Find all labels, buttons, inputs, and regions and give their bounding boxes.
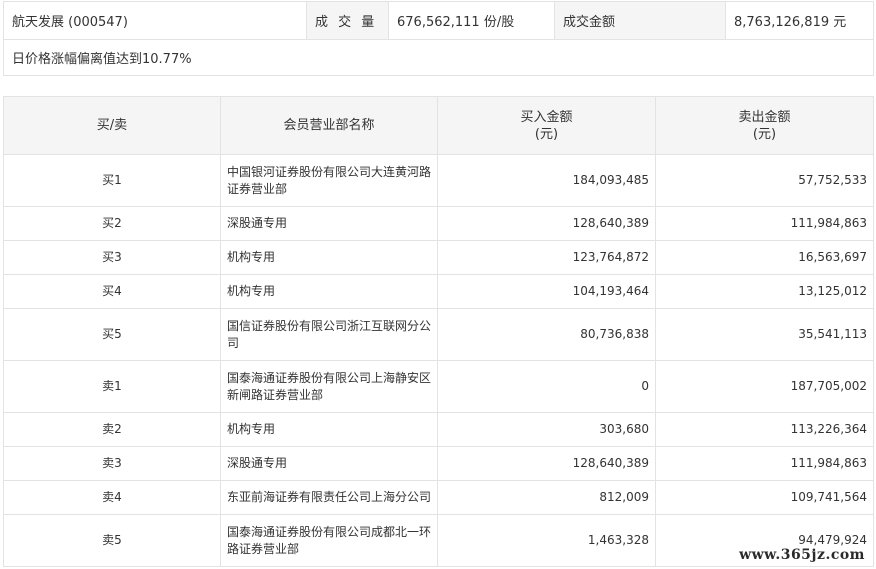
row-buy-amount: 303,680 [437,412,656,447]
row-sell-amount: 57,752,533 [655,154,874,207]
broker-detail-table: 买/卖 会员营业部名称 买入金额 (元) 卖出金额 (元) 买1 中国银河证券股份有… [3,96,874,567]
header-buy-amount: 买入金额 (元) [437,96,656,155]
row-sell-amount: 35,541,113 [655,308,874,361]
row-buy-amount: 104,193,464 [437,274,656,309]
row-side: 买1 [3,154,221,207]
row-sell-amount: 109,741,564 [655,480,874,515]
table-row: 卖4 东亚前海证券有限责任公司上海分公司 812,009 109,741,564 [3,480,874,515]
volume-value: 676,562,111 份/股 [388,1,555,40]
row-member-name: 机构专用 [220,412,438,447]
row-buy-amount: 184,093,485 [437,154,656,207]
header-buy-unit: (元) [534,126,559,142]
row-buy-amount: 0 [437,360,656,413]
row-buy-amount: 128,640,389 [437,446,656,481]
row-sell-amount: 13,125,012 [655,274,874,309]
header-buy-label: 买入金额 [520,109,573,125]
row-sell-amount: 187,705,002 [655,360,874,413]
row-member-name: 机构专用 [220,240,438,275]
row-sell-amount: 113,226,364 [655,412,874,447]
deviation-note: 日价格涨幅偏离值达到10.77% [3,39,874,76]
table-row: 买2 深股通专用 128,640,389 111,984,863 [3,206,874,241]
row-member-name: 东亚前海证券有限责任公司上海分公司 [220,480,438,515]
table-row: 买1 中国银河证券股份有限公司大连黄河路证券营业部 184,093,485 57… [3,154,874,207]
stock-name: 航天发展 (000547) [3,1,307,40]
header-member-name: 会员营业部名称 [220,96,438,155]
header-sell-unit: (元) [752,126,777,142]
summary-row: 航天发展 (000547) 成 交 量 676,562,111 份/股 成交金额… [3,1,874,40]
row-member-name: 国泰海通证券股份有限公司上海静安区新闸路证券营业部 [220,360,438,413]
row-side: 卖4 [3,480,221,515]
table-row: 卖3 深股通专用 128,640,389 111,984,863 [3,446,874,481]
row-side: 卖2 [3,412,221,447]
table-row: 买5 国信证券股份有限公司浙江互联网分公司 80,736,838 35,541,… [3,308,874,361]
row-member-name: 深股通专用 [220,206,438,241]
row-buy-amount: 128,640,389 [437,206,656,241]
table-header-row: 买/卖 会员营业部名称 买入金额 (元) 卖出金额 (元) [3,96,874,155]
row-sell-amount: 16,563,697 [655,240,874,275]
row-side: 买3 [3,240,221,275]
row-buy-amount: 812,009 [437,480,656,515]
row-side: 买2 [3,206,221,241]
row-member-name: 机构专用 [220,274,438,309]
row-member-name: 中国银河证券股份有限公司大连黄河路证券营业部 [220,154,438,207]
row-side: 卖5 [3,514,221,567]
note-row: 日价格涨幅偏离值达到10.77% [3,39,874,76]
row-side: 买5 [3,308,221,361]
amount-label: 成交金额 [554,1,726,40]
row-member-name: 深股通专用 [220,446,438,481]
row-side: 买4 [3,274,221,309]
table-row: 买4 机构专用 104,193,464 13,125,012 [3,274,874,309]
row-member-name: 国泰海通证券股份有限公司成都北一环路证券营业部 [220,514,438,567]
amount-value: 8,763,126,819 元 [725,1,874,40]
row-member-name: 国信证券股份有限公司浙江互联网分公司 [220,308,438,361]
header-side: 买/卖 [3,96,221,155]
table-row: 买3 机构专用 123,764,872 16,563,697 [3,240,874,275]
header-sell-label: 卖出金额 [738,109,791,125]
table-row: 卖2 机构专用 303,680 113,226,364 [3,412,874,447]
table-row: 卖1 国泰海通证券股份有限公司上海静安区新闸路证券营业部 0 187,705,0… [3,360,874,413]
row-sell-amount: 111,984,863 [655,446,874,481]
trade-summary-table: 航天发展 (000547) 成 交 量 676,562,111 份/股 成交金额… [3,1,874,76]
volume-label: 成 交 量 [306,1,389,40]
row-side: 卖3 [3,446,221,481]
row-buy-amount: 123,764,872 [437,240,656,275]
header-sell-amount: 卖出金额 (元) [655,96,874,155]
row-buy-amount: 1,463,328 [437,514,656,567]
site-watermark: www.365jz.com [736,547,868,563]
row-buy-amount: 80,736,838 [437,308,656,361]
row-sell-amount: 111,984,863 [655,206,874,241]
row-side: 卖1 [3,360,221,413]
